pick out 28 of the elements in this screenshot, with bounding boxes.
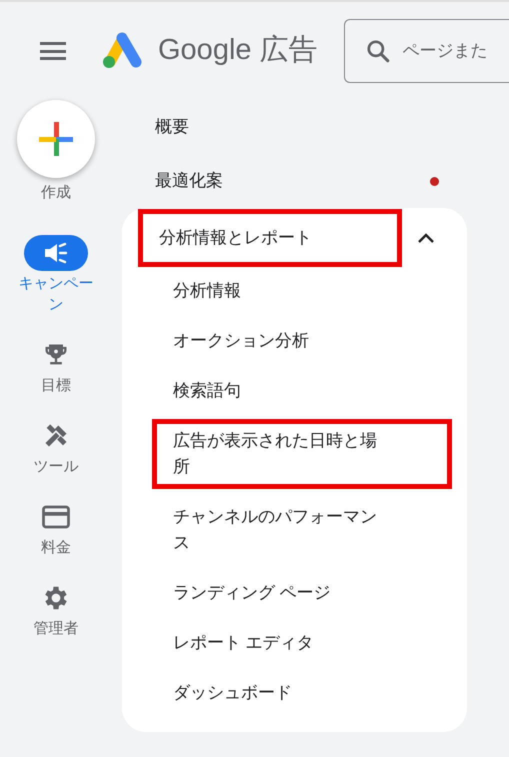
report-link[interactable]: 分析情報 — [152, 266, 452, 316]
report-link[interactable]: 検索語句 — [152, 366, 452, 416]
report-link[interactable]: チャンネルのパフォーマンス — [152, 492, 452, 568]
nav-item[interactable]: 最適化案 — [155, 168, 223, 194]
logo-suffix: 広告 — [260, 33, 318, 68]
logo-text: Google — [158, 33, 252, 68]
rail-item[interactable]: ツール — [18, 418, 94, 476]
rail-item[interactable]: 目標 — [18, 336, 94, 396]
chevron-icon[interactable] — [417, 232, 435, 244]
logo-icon — [102, 32, 144, 70]
megaphone-icon — [43, 242, 69, 264]
rail-item[interactable]: 料金 — [18, 498, 94, 558]
menu-button[interactable] — [40, 39, 66, 63]
report-link[interactable]: レポート エディタ — [152, 618, 452, 668]
search-field[interactable]: ページまた — [402, 38, 509, 64]
credit-card-icon — [41, 504, 71, 530]
report-link[interactable]: オークション分析 — [152, 316, 452, 366]
section-header[interactable]: 分析情報とレポート — [138, 209, 402, 267]
report-link[interactable]: 広告が表示された日時と場所 — [152, 419, 452, 489]
create-button[interactable] — [17, 100, 95, 178]
rail-item[interactable]: キャンペーン — [18, 234, 94, 314]
search-icon — [364, 38, 391, 64]
report-link[interactable]: ランディング ページ — [152, 568, 452, 618]
rail-label: 作成 — [41, 183, 71, 203]
plus-icon — [39, 122, 73, 156]
report-link[interactable]: ダッシュボード — [152, 668, 452, 718]
rail-item[interactable]: 管理者 — [18, 580, 94, 638]
nav-item[interactable]: 概要 — [155, 114, 189, 140]
